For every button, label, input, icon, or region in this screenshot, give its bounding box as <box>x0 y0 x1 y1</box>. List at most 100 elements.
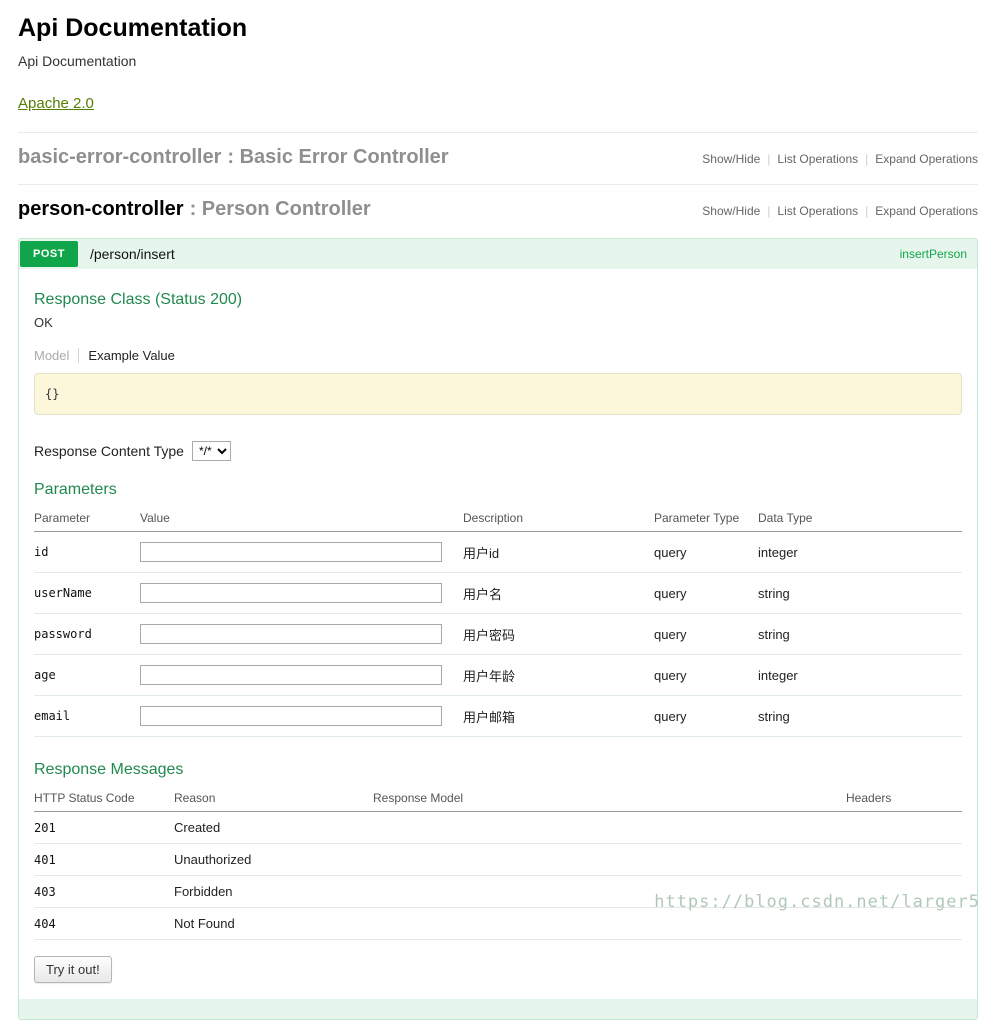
parameter-description: 用户密码 <box>463 614 654 655</box>
response-messages-table: HTTP Status Code Reason Response Model H… <box>34 785 962 940</box>
controller-description: : Basic Error Controller <box>227 146 448 168</box>
expand-operations-link[interactable]: Expand Operations <box>875 152 978 166</box>
response-content-type-row: Response Content Type */* <box>34 441 962 461</box>
messages-header-row: HTTP Status Code Reason Response Model H… <box>34 785 962 812</box>
parameter-row: password 用户密码 query string <box>34 614 962 655</box>
parameter-type: query <box>654 655 758 696</box>
col-response-model: Response Model <box>373 785 846 812</box>
parameters-table: Parameter Value Description Parameter Ty… <box>34 505 962 737</box>
show-hide-link[interactable]: Show/Hide <box>702 204 760 218</box>
signature-tabs: Model Example Value <box>34 348 962 363</box>
response-class-value: OK <box>34 315 962 330</box>
parameter-row: age 用户年龄 query integer <box>34 655 962 696</box>
http-method-badge: POST <box>20 241 78 267</box>
status-code: 403 <box>34 876 174 908</box>
status-reason: Forbidden <box>174 876 373 908</box>
col-value: Value <box>140 505 463 532</box>
headers-cell <box>846 908 962 940</box>
link-separator: | <box>865 152 868 166</box>
license-link[interactable]: Apache 2.0 <box>18 95 94 112</box>
parameter-type: query <box>654 614 758 655</box>
controller-actions: Show/Hide | List Operations | Expand Operati… <box>702 152 978 166</box>
parameter-id-input[interactable] <box>140 542 442 562</box>
message-row: 404 Not Found <box>34 908 962 940</box>
parameter-data-type: integer <box>758 532 962 573</box>
try-it-out-button[interactable]: Try it out! <box>34 956 112 983</box>
parameter-name: userName <box>34 573 140 614</box>
message-row: 401 Unauthorized <box>34 844 962 876</box>
parameter-description: 用户id <box>463 532 654 573</box>
parameter-password-input[interactable] <box>140 624 442 644</box>
parameters-heading: Parameters <box>34 481 962 499</box>
parameter-data-type: integer <box>758 655 962 696</box>
show-hide-link[interactable]: Show/Hide <box>702 152 760 166</box>
parameter-name: id <box>34 532 140 573</box>
controller-row-person: person-controller : Person Controller Sho… <box>18 185 978 236</box>
headers-cell <box>846 844 962 876</box>
parameter-email-input[interactable] <box>140 706 442 726</box>
controller-row-basic-error: basic-error-controller : Basic Error Cont… <box>18 133 978 184</box>
link-separator: | <box>767 152 770 166</box>
parameter-type: query <box>654 532 758 573</box>
col-data-type: Data Type <box>758 505 962 532</box>
response-messages-heading: Response Messages <box>34 761 962 779</box>
response-model-cell <box>373 844 846 876</box>
col-description: Description <box>463 505 654 532</box>
response-content-type-select[interactable]: */* <box>192 441 231 461</box>
parameter-row: id 用户id query integer <box>34 532 962 573</box>
parameter-age-input[interactable] <box>140 665 442 685</box>
parameter-row: userName 用户名 query string <box>34 573 962 614</box>
tab-example-value[interactable]: Example Value <box>78 348 174 363</box>
message-row: 201 Created <box>34 812 962 844</box>
parameter-data-type: string <box>758 696 962 737</box>
status-code: 401 <box>34 844 174 876</box>
controller-actions: Show/Hide | List Operations | Expand Operati… <box>702 204 978 218</box>
parameter-name: password <box>34 614 140 655</box>
parameter-type: query <box>654 696 758 737</box>
status-code: 201 <box>34 812 174 844</box>
col-parameter-type: Parameter Type <box>654 505 758 532</box>
parameter-username-input[interactable] <box>140 583 442 603</box>
operation-nickname-link[interactable]: insertPerson <box>900 247 967 261</box>
status-reason: Unauthorized <box>174 844 373 876</box>
response-model-cell <box>373 908 846 940</box>
parameter-data-type: string <box>758 573 962 614</box>
parameter-type: query <box>654 573 758 614</box>
controller-title: basic-error-controller : Basic Error Cont… <box>18 146 449 169</box>
parameter-description: 用户年龄 <box>463 655 654 696</box>
response-content-type-label: Response Content Type <box>34 443 184 459</box>
parameters-header-row: Parameter Value Description Parameter Ty… <box>34 505 962 532</box>
col-parameter: Parameter <box>34 505 140 532</box>
page-subtitle: Api Documentation <box>18 53 978 69</box>
example-value-box: {} <box>34 373 962 415</box>
col-headers: Headers <box>846 785 962 812</box>
parameter-name: email <box>34 696 140 737</box>
controller-name-link[interactable]: person-controller <box>18 198 184 220</box>
controller-name-link[interactable]: basic-error-controller <box>18 146 221 168</box>
list-operations-link[interactable]: List Operations <box>777 152 858 166</box>
swagger-page: Api Documentation Api Documentation Apac… <box>0 0 996 1020</box>
response-model-cell <box>373 812 846 844</box>
link-separator: | <box>865 204 868 218</box>
parameter-data-type: string <box>758 614 962 655</box>
status-reason: Created <box>174 812 373 844</box>
status-code: 404 <box>34 908 174 940</box>
operation-header[interactable]: POST /person/insert insertPerson <box>19 239 977 269</box>
link-separator: | <box>767 204 770 218</box>
page-title: Api Documentation <box>18 14 978 43</box>
response-model-cell <box>373 876 846 908</box>
list-operations-link[interactable]: List Operations <box>777 204 858 218</box>
operation-post-person-insert: POST /person/insert insertPerson Respons… <box>18 238 978 1020</box>
headers-cell <box>846 876 962 908</box>
col-http-status-code: HTTP Status Code <box>34 785 174 812</box>
parameter-row: email 用户邮箱 query string <box>34 696 962 737</box>
parameter-name: age <box>34 655 140 696</box>
status-reason: Not Found <box>174 908 373 940</box>
parameter-description: 用户名 <box>463 573 654 614</box>
operation-path-link[interactable]: /person/insert <box>90 246 175 262</box>
response-class-heading: Response Class (Status 200) <box>34 291 962 309</box>
expand-operations-link[interactable]: Expand Operations <box>875 204 978 218</box>
controller-title: person-controller : Person Controller <box>18 198 371 221</box>
tab-model[interactable]: Model <box>34 348 69 363</box>
controller-description: : Person Controller <box>190 198 371 220</box>
